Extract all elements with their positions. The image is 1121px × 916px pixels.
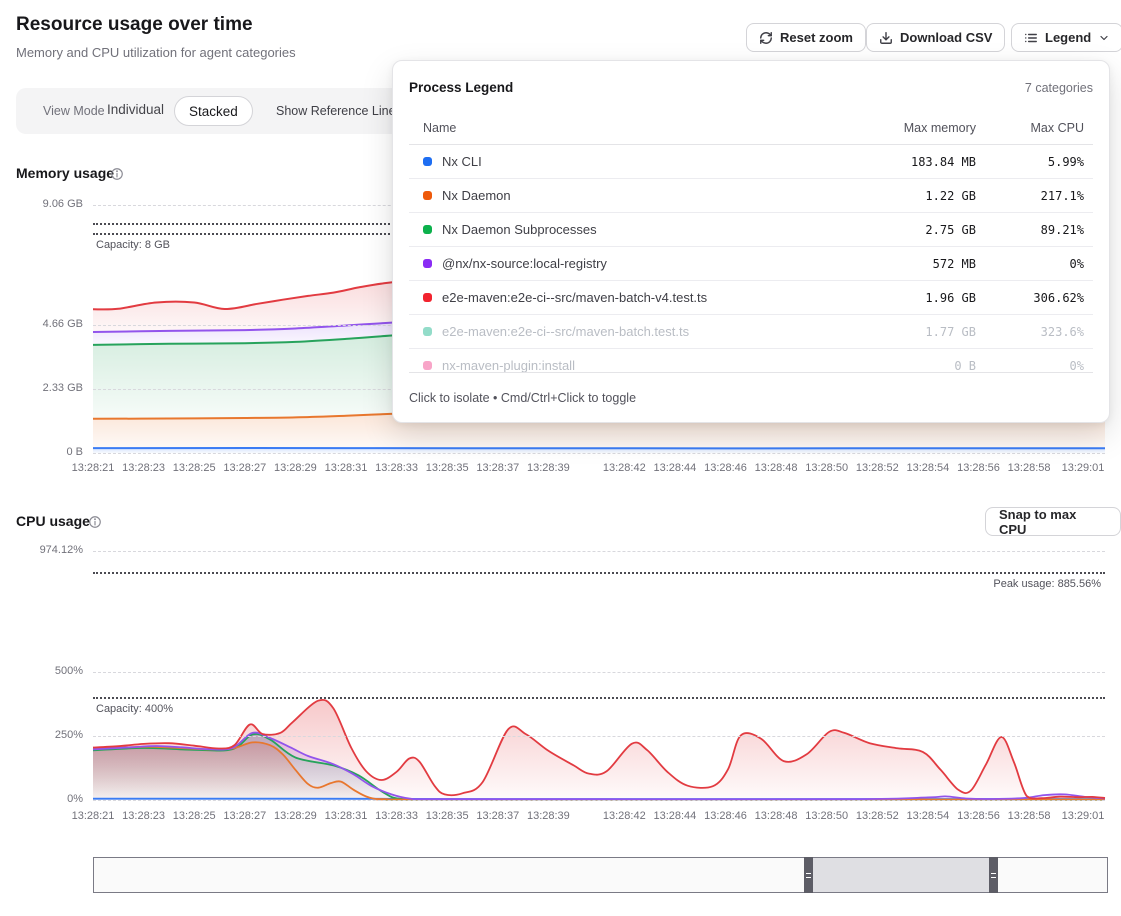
download-csv-label: Download CSV [900,30,992,45]
view-mode-stacked[interactable]: Stacked [174,96,253,126]
legend-row[interactable]: e2e-maven:e2e-ci--src/maven-batch.test.t… [409,315,1093,349]
legend-max-memory: 2.75 GB [826,223,976,237]
legend-max-memory: 572 MB [826,257,976,271]
x-axis-label: 13:29:01 [1053,462,1113,474]
memory-section-title: Memory usage [16,165,114,181]
reference-line-label: Capacity: 8 GB [96,239,170,251]
legend-name: Nx Daemon Subprocesses [442,222,826,237]
legend-color-dot [423,259,432,268]
download-icon [879,31,893,45]
popup-title: Process Legend [409,80,513,95]
process-legend-popup: Process Legend 7 categories Name Max mem… [392,60,1110,423]
column-max-cpu: Max CPU [976,121,1084,135]
legend-row[interactable]: Nx Daemon Subprocesses 2.75 GB 89.21% [409,213,1093,247]
legend-name: Nx CLI [442,154,826,169]
reference-line [93,697,1105,699]
cpu-chart-plot-area[interactable]: 974.12% 500% 250% 0% Peak usage: 885.56% Capa… [0,540,1121,832]
page-title: Resource usage over time [16,14,253,36]
gridline [93,551,1105,552]
column-name: Name [423,121,826,135]
list-icon [1024,31,1038,45]
legend-max-cpu: 306.62% [976,291,1084,305]
legend-color-dot [423,327,432,336]
legend-row[interactable]: Nx Daemon 1.22 GB 217.1% [409,179,1093,213]
legend-max-memory: 0 B [826,359,976,373]
brush-selection[interactable] [813,858,989,892]
brush-handle-right[interactable] [989,857,998,893]
legend-table-header: Name Max memory Max CPU [409,111,1093,145]
column-max-memory: Max memory [826,121,976,135]
legend-rows: Nx CLI 183.84 MB 5.99% Nx Daemon 1.22 GB… [409,145,1093,382]
cpu-info-icon[interactable] [88,515,102,529]
reference-line [93,572,1105,574]
brush-handle-left[interactable] [804,857,813,893]
legend-max-cpu: 5.99% [976,155,1084,169]
grip-icon [991,873,996,878]
x-axis-label: 13:28:39 [518,810,578,822]
legend-max-cpu: 0% [976,359,1084,373]
legend-row[interactable]: e2e-maven:e2e-ci--src/maven-batch-v4.tes… [409,281,1093,315]
memory-info-icon[interactable] [110,167,124,181]
reference-line-label: Peak usage: 885.56% [93,578,1101,590]
gridline [93,672,1105,673]
legend-name: Nx Daemon [442,188,826,203]
y-axis-label: 2.33 GB [0,382,83,394]
show-reference-lines[interactable]: Show Reference Lines [276,104,402,118]
popup-category-count: 7 categories [1025,81,1093,95]
y-axis-label: 974.12% [0,544,83,556]
legend-max-cpu: 0% [976,257,1084,271]
popup-header: Process Legend 7 categories [409,61,1093,111]
legend-row[interactable]: @nx/nx-source:local-registry 572 MB 0% [409,247,1093,281]
legend-name: @nx/nx-source:local-registry [442,256,826,271]
grip-icon [806,873,811,878]
download-csv-button[interactable]: Download CSV [866,23,1005,52]
legend-max-memory: 1.22 GB [826,189,976,203]
legend-color-dot [423,293,432,302]
legend-color-dot [423,225,432,234]
legend-max-memory: 1.96 GB [826,291,976,305]
legend-color-dot [423,361,432,370]
reset-zoom-button[interactable]: Reset zoom [746,23,866,52]
popup-footer-hint: Click to isolate • Cmd/Ctrl+Click to tog… [409,372,1093,422]
view-mode-label: View Mode [43,104,105,118]
legend-row[interactable]: Nx CLI 183.84 MB 5.99% [409,145,1093,179]
page-subtitle: Memory and CPU utilization for agent cat… [16,45,296,60]
snap-to-max-cpu-button[interactable]: Snap to max CPU [985,507,1121,536]
brush-track[interactable] [93,857,1108,893]
legend-button[interactable]: Legend [1011,23,1121,52]
legend-max-memory: 183.84 MB [826,155,976,169]
y-axis-label: 0% [0,793,83,805]
gridline [93,736,1105,737]
legend-name: nx-maven-plugin:install [442,358,826,373]
legend-name: e2e-maven:e2e-ci--src/maven-batch.test.t… [442,324,826,339]
chevron-down-icon [1098,32,1110,44]
legend-max-cpu: 89.21% [976,223,1084,237]
legend-max-cpu: 323.6% [976,325,1084,339]
y-axis-label: 4.66 GB [0,318,83,330]
legend-color-dot [423,157,432,166]
cpu-section-title: CPU usage [16,513,90,529]
legend-color-dot [423,191,432,200]
legend-max-cpu: 217.1% [976,189,1084,203]
view-mode-individual[interactable]: Individual [107,102,164,117]
y-axis-label: 0 B [0,446,83,458]
x-axis-label: 13:29:01 [1053,810,1113,822]
gridline [93,453,1105,454]
x-axis-label: 13:28:58 [999,810,1059,822]
refresh-icon [759,31,773,45]
x-axis-label: 13:28:58 [999,462,1059,474]
legend-name: e2e-maven:e2e-ci--src/maven-batch-v4.tes… [442,290,826,305]
y-axis-label: 9.06 GB [0,198,83,210]
y-axis-label: 500% [0,665,83,677]
legend-max-memory: 1.77 GB [826,325,976,339]
reset-zoom-label: Reset zoom [780,30,853,45]
legend-button-label: Legend [1045,30,1091,45]
x-axis-label: 13:28:39 [518,462,578,474]
reference-line-label: Capacity: 400% [96,703,173,715]
y-axis-label: 250% [0,729,83,741]
gridline [93,800,1105,801]
